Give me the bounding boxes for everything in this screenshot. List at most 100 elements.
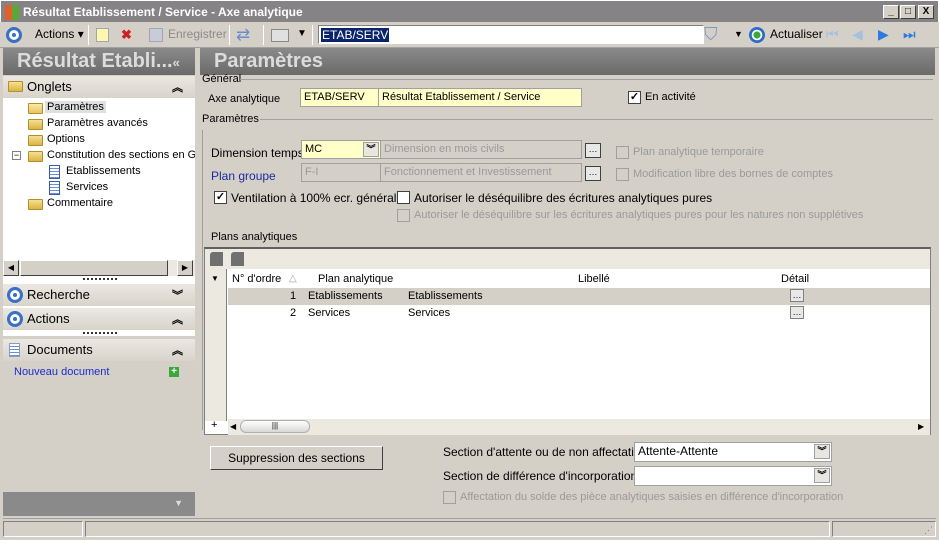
splitter-grip[interactable] [83, 332, 117, 335]
col-header-libelle[interactable]: Libellé [578, 273, 610, 285]
minimize-button[interactable]: _ [883, 5, 899, 19]
grid-horizontal-scrollbar[interactable]: + ◀ ||| ▶ [211, 419, 930, 435]
right-panel-header: Paramètres [200, 48, 935, 75]
recherche-label: Recherche [27, 287, 90, 302]
status-bar: ⋰ [3, 518, 936, 537]
ventilation-label: Ventilation à 100% ecr. générales [231, 191, 410, 205]
save-button[interactable]: Enregistrer [168, 27, 227, 41]
table-row[interactable]: 1 Etablissements Etablissements … [228, 288, 930, 305]
documents-panel-header[interactable]: Documents ︽ [3, 339, 195, 361]
section-attente-select[interactable]: Attente-Attente [634, 442, 832, 462]
tree-item-services[interactable]: Services [66, 181, 108, 193]
delete-row-icon[interactable] [231, 252, 244, 266]
new-icon[interactable] [96, 28, 109, 42]
row-detail-button[interactable]: … [790, 306, 804, 319]
collapse-chevron-icon[interactable]: ︽ [172, 79, 183, 95]
en-activite-checkbox[interactable]: ✓ [628, 91, 641, 104]
row-ordre: 2 [290, 307, 297, 319]
actions-panel-label: Actions [27, 311, 70, 326]
axe-code-input[interactable]: ETAB/SERV [300, 88, 379, 107]
print-icon[interactable] [271, 29, 289, 42]
tree-collapse-toggle[interactable]: − [12, 151, 21, 160]
deseq-pures-checkbox[interactable] [397, 191, 410, 204]
axe-name-input[interactable]: Résultat Etablissement / Service [378, 88, 582, 107]
scroll-thumb[interactable] [20, 260, 168, 276]
section-difference-select[interactable] [634, 466, 832, 486]
modif-bornes-checkbox[interactable] [616, 168, 629, 181]
collapse-chevron-icon[interactable]: ︽ [172, 342, 183, 358]
refresh-icon [749, 27, 765, 43]
scroll-right-button[interactable]: ▶ [177, 260, 193, 276]
plan-groupe-link[interactable]: Plan groupe [211, 169, 276, 183]
tree-item-parametres[interactable]: Paramètres [45, 101, 106, 113]
section-attente-dropdown-button[interactable]: ︾ [814, 444, 830, 459]
tree-item-etablissements[interactable]: Etablissements [66, 165, 141, 177]
deseq-pures-label: Autoriser le déséquilibre des écritures … [414, 191, 713, 205]
sync-icon[interactable]: ⇄ [236, 25, 250, 45]
deseq-natures-checkbox[interactable] [397, 209, 410, 222]
row-libelle: Etablissements [408, 290, 483, 302]
scroll-right-button[interactable]: ▶ [918, 422, 924, 431]
splitter-grip[interactable] [83, 278, 117, 281]
tree-horizontal-scrollbar[interactable]: ◀ ▶ [3, 260, 195, 276]
title-bar: Résultat Etablissement / Service - Axe a… [0, 0, 939, 22]
section-difference-dropdown-button[interactable]: ︾ [814, 468, 830, 483]
onglets-panel-header[interactable]: Onglets ︽ [3, 76, 195, 98]
recherche-panel-header[interactable]: Recherche ︾ [3, 284, 195, 306]
search-value: ETAB/SERV [321, 28, 390, 42]
row-ordre: 1 [290, 290, 297, 302]
plan-temporaire-checkbox[interactable] [616, 146, 629, 159]
resize-grip[interactable]: ⋰ [924, 525, 933, 536]
col-header-plan[interactable]: Plan analytique [318, 273, 393, 285]
status-panel [85, 521, 830, 537]
modif-bornes-label: Modification libre des bornes de comptes [633, 168, 833, 180]
ventilation-checkbox[interactable]: ✓ [214, 191, 227, 204]
col-header-ordre[interactable]: N° d'ordre [232, 273, 281, 285]
maximize-button[interactable]: □ [900, 5, 916, 19]
search-input[interactable]: ETAB/SERV [318, 25, 704, 44]
first-record-icon[interactable]: ⏮ [826, 26, 839, 43]
actions-menu-button[interactable]: Actions ▾ [35, 27, 84, 41]
row-detail-button[interactable]: … [790, 289, 804, 302]
add-document-icon[interactable]: + [169, 367, 179, 377]
column-menu-icon[interactable]: ▼ [205, 269, 226, 283]
filter-icon[interactable]: ⛉ [704, 24, 718, 45]
panel-footer-menu[interactable]: ▼ [3, 492, 195, 516]
tree-item-parametres-avances[interactable]: Paramètres avancés [47, 117, 148, 129]
dimension-browse-button[interactable]: … [585, 143, 601, 158]
affectation-solde-checkbox[interactable] [443, 491, 456, 504]
last-record-icon[interactable]: ⏭ [903, 26, 916, 43]
scroll-left-button[interactable]: ◀ [3, 260, 19, 276]
deseq-natures-label: Autoriser le déséquilibre sur les écritu… [414, 209, 864, 221]
collapse-chevron-icon[interactable]: ︽ [172, 311, 183, 327]
axe-analytique-label: Axe analytique [208, 93, 281, 105]
tree-item-options[interactable]: Options [47, 133, 85, 145]
previous-record-icon[interactable]: ◀ [852, 26, 863, 43]
parameters-panel: Général Axe analytique ETAB/SERV Résulta… [200, 73, 935, 516]
suppression-sections-button[interactable]: Suppression des sections [210, 446, 383, 470]
next-record-icon[interactable]: ▶ [878, 26, 889, 43]
separator [88, 25, 89, 45]
status-panel [3, 521, 83, 537]
new-document-link[interactable]: Nouveau document [14, 366, 109, 378]
scroll-left-button[interactable]: ◀ [230, 422, 236, 431]
scroll-thumb[interactable]: ||| [240, 420, 310, 433]
col-header-detail[interactable]: Détail [781, 273, 809, 285]
plan-groupe-browse-button[interactable]: … [585, 166, 601, 181]
filter-dropdown-icon[interactable]: ▼ [734, 29, 743, 39]
print-dropdown-icon[interactable]: ▼ [297, 28, 307, 39]
refresh-button[interactable]: Actualiser [770, 27, 823, 41]
collapse-panel-button[interactable]: « [173, 55, 180, 70]
tree-item-constitution[interactable]: Constitution des sections en GC [47, 149, 195, 161]
expand-chevron-icon[interactable]: ︾ [172, 287, 183, 303]
dimension-dropdown-button[interactable]: ︾ [363, 142, 379, 157]
add-row-plus-button[interactable]: + [211, 419, 217, 431]
delete-icon[interactable]: ✖ [121, 27, 132, 43]
save-icon [149, 28, 163, 42]
table-row[interactable]: 2 Services Services … [228, 305, 930, 322]
actions-panel-header[interactable]: Actions ︽ [3, 308, 195, 330]
close-button[interactable]: X [918, 5, 934, 19]
add-row-icon[interactable] [210, 252, 223, 266]
divider [260, 119, 933, 120]
tree-item-commentaire[interactable]: Commentaire [47, 197, 113, 209]
